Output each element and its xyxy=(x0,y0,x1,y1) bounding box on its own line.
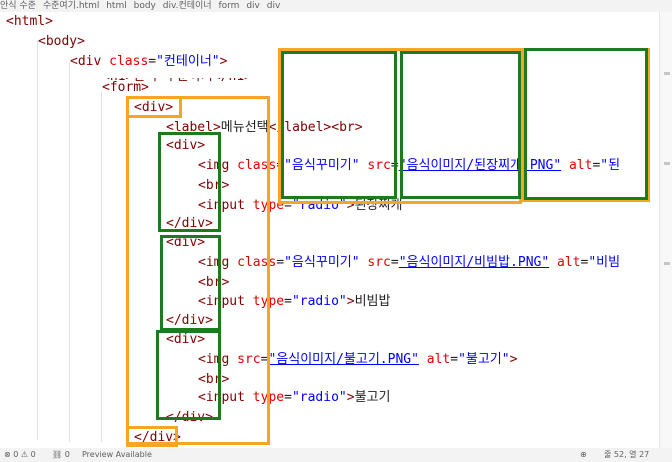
breadcrumb-item[interactable]: 수준여기.html xyxy=(43,1,99,11)
breadcrumb-item[interactable]: div.컨테이너 xyxy=(163,1,212,11)
breadcrumb-item[interactable]: form xyxy=(218,1,239,11)
zoom-icon[interactable]: ⊕ xyxy=(580,448,587,462)
code-line: <html> xyxy=(6,14,53,29)
scroll-marker xyxy=(664,262,670,265)
indent-guide xyxy=(101,92,102,442)
code-line: <div class="컨테이너"> xyxy=(70,54,228,69)
preview-status[interactable]: Preview Available xyxy=(82,448,152,462)
warning-icon: ⚠ xyxy=(20,450,29,459)
breadcrumb-item[interactable]: div xyxy=(267,1,281,11)
breadcrumb-item[interactable]: div xyxy=(246,1,260,11)
status-bar: ⊗ 0 ⚠ 0 ⛓ 0 Preview Available ⊕ 줄 52, 열 … xyxy=(0,448,672,462)
code-editor[interactable]: <html> <body> <div class="컨테이너"> <h1>한식 … xyxy=(0,12,660,448)
code-line: <body> xyxy=(38,34,85,49)
scroll-marker xyxy=(664,72,670,75)
annotation-green-box xyxy=(160,235,221,331)
ports-count: 0 xyxy=(64,450,70,459)
cursor-position[interactable]: 줄 52, 열 27 xyxy=(604,448,649,462)
radio-tower-icon: ⛓ xyxy=(52,450,63,459)
indent-guide xyxy=(69,62,70,442)
annotation-green-box xyxy=(281,51,397,199)
scroll-marker xyxy=(664,162,670,165)
annotation-green-box xyxy=(158,132,221,232)
annotation-green-box xyxy=(524,48,648,200)
breadcrumb-item[interactable]: 안식 수준 xyxy=(0,1,36,11)
breadcrumb-item[interactable]: html xyxy=(106,1,127,11)
annotation-orange-box xyxy=(126,426,178,447)
code-line: <form> xyxy=(102,80,149,95)
ports-indicator[interactable]: ⛓ 0 xyxy=(52,448,70,462)
breadcrumb[interactable]: 안식 수준 수준여기.html html body div.컨테이너 form … xyxy=(0,0,672,12)
vertical-scrollbar[interactable] xyxy=(659,12,672,448)
annotation-green-box xyxy=(400,51,521,199)
problems-indicator[interactable]: ⊗ 0 ⚠ 0 xyxy=(4,448,36,462)
breadcrumb-item[interactable]: body xyxy=(134,1,156,11)
error-icon: ⊗ xyxy=(4,450,11,459)
warning-count: 0 xyxy=(30,450,36,459)
annotation-green-box xyxy=(156,330,221,420)
error-count: 0 xyxy=(13,450,19,459)
indent-guide xyxy=(37,40,38,440)
